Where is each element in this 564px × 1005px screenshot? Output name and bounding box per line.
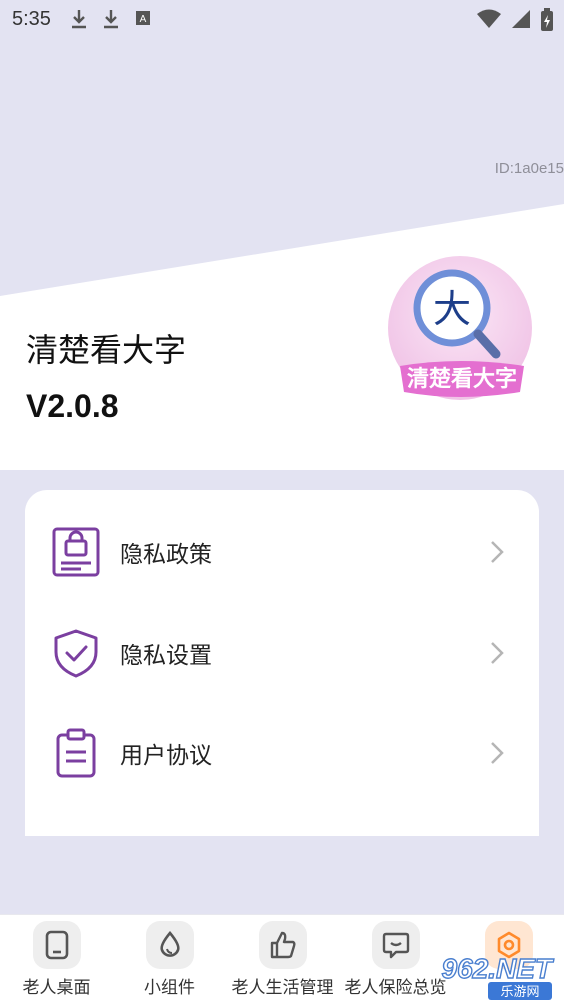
logo-glyph: 大 [433, 287, 471, 331]
watermark-logo: 962.NET 乐游网 [441, 952, 556, 1000]
menu-item-privacy-policy[interactable]: 隐私政策 [25, 507, 539, 597]
app-name: 清楚看大字 [26, 332, 187, 368]
drop-icon [159, 930, 180, 957]
menu-item-user-agreement[interactable]: 用户协议 [25, 708, 539, 798]
tab-elder-desktop[interactable]: 老人桌面 [0, 915, 113, 1005]
app-version: V2.0.8 [26, 388, 119, 424]
watermark-text: 962.NET [442, 953, 555, 984]
menu-item-privacy-settings[interactable]: 隐私设置 [25, 608, 539, 698]
tab-widgets[interactable]: 小组件 [113, 915, 226, 1005]
tab-label: 老人桌面 [22, 978, 91, 997]
logo-banner: 清楚看大字 [407, 366, 517, 392]
watermark-subtext: 乐游网 [500, 985, 539, 1000]
chevron-right-icon [491, 642, 504, 664]
chevron-right-icon [491, 742, 504, 764]
tab-icon-box [145, 921, 194, 969]
thumb-up-icon [270, 931, 296, 959]
tab-icon-box [258, 921, 307, 969]
menu-label-privacy-policy: 隐私政策 [120, 541, 212, 567]
shield-check-icon [54, 629, 98, 678]
menu-label-user-agreement: 用户协议 [120, 742, 212, 768]
tab-life-management[interactable]: 老人生活管理 [226, 915, 339, 1005]
lock-document-icon [52, 527, 100, 577]
menu-label-privacy-settings: 隐私设置 [120, 642, 212, 668]
app-logo: 大 清楚看大字 [388, 256, 532, 400]
chevron-right-icon [491, 541, 504, 563]
tab-label: 小组件 [144, 978, 195, 997]
tab-label: 老人生活管理 [231, 978, 334, 997]
clipboard-icon [56, 728, 96, 778]
tab-icon-box [32, 921, 81, 969]
settings-card: 隐私政策 隐私设置 用户协议 [25, 490, 539, 836]
phone-icon [45, 930, 68, 960]
